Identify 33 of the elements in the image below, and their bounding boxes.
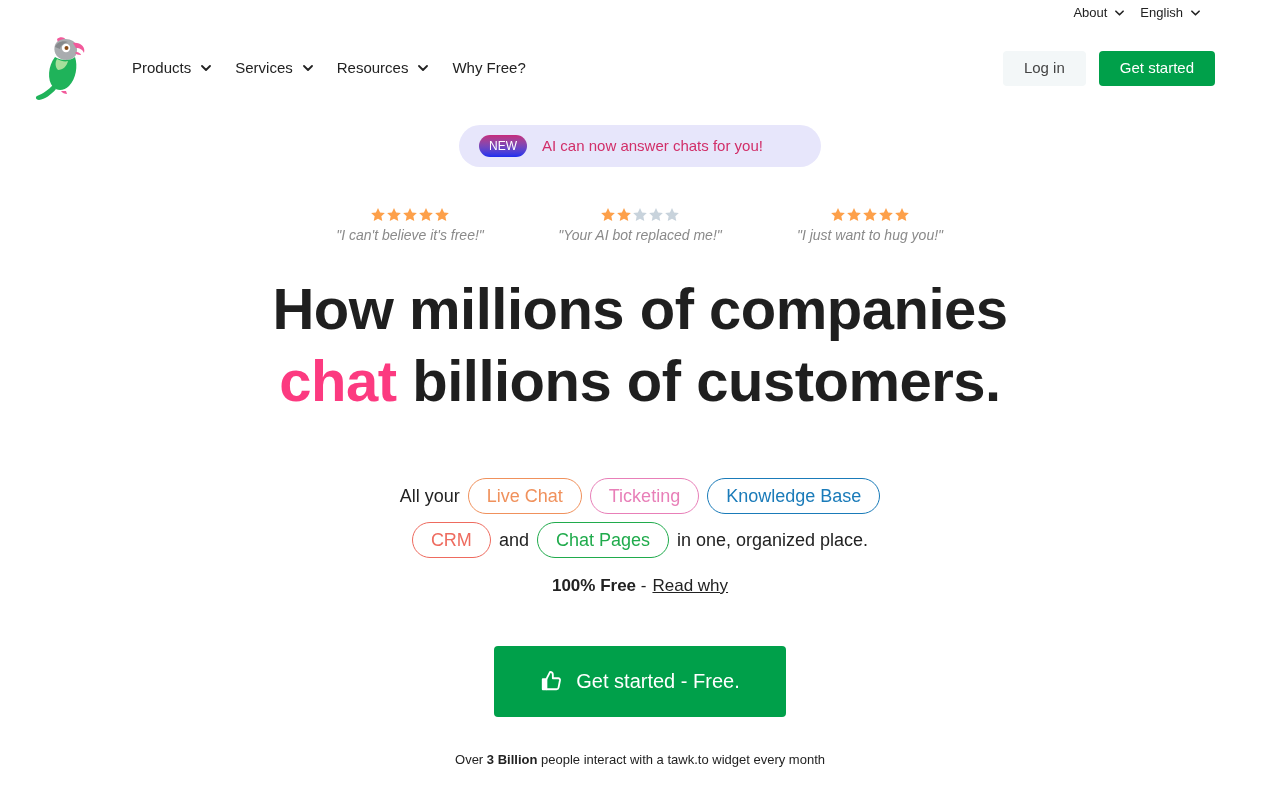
top-nav-link[interactable]: English — [1140, 5, 1200, 20]
filled-star-icon — [894, 207, 910, 223]
read-why-link[interactable]: Read why — [652, 573, 729, 599]
filled-star-icon — [846, 207, 862, 223]
review-quote: "I just want to hug you!" — [796, 226, 944, 245]
nav-menu-item[interactable]: Products — [132, 56, 212, 80]
filled-star-icon — [418, 207, 434, 223]
filled-star-icon — [370, 207, 386, 223]
filled-star-icon — [600, 207, 616, 223]
headline: How millions of companies chat billions of customers. — [271, 275, 1009, 415]
filled-star-icon — [862, 207, 878, 223]
filled-star-icon — [386, 207, 402, 223]
free-note: 100% Free - — [551, 575, 647, 597]
login-button[interactable]: Log in — [1002, 50, 1086, 86]
widget-stat-text: Over 3 Billion people interact with a tawk.to widget every month — [454, 750, 826, 769]
filled-star-icon — [402, 207, 418, 223]
filled-star-icon — [830, 207, 846, 223]
nav-menu-item[interactable]: Resources — [336, 56, 429, 80]
review-quote: "Your AI bot replaced me!" — [558, 226, 722, 245]
filled-star-icon — [434, 207, 450, 223]
nav-menu-item[interactable]: Why Free? — [452, 56, 526, 80]
feature-text: All your — [399, 484, 460, 508]
announcement-text: AI can now answer chats for you! — [542, 135, 763, 156]
announcement-banner[interactable]: NEW AI can now answer chats for you! — [459, 125, 821, 167]
feature-text: in one, organized place. — [677, 528, 869, 552]
new-badge: NEW — [479, 135, 527, 157]
review-quote: "I can't believe it's free!" — [336, 226, 484, 245]
filled-star-icon — [878, 207, 894, 223]
feature-text: and — [498, 528, 529, 552]
nav-menu-item[interactable]: Services — [235, 56, 313, 80]
top-nav-link[interactable]: About — [1073, 5, 1125, 20]
filled-star-icon — [616, 207, 632, 223]
thumbs-up-icon — [540, 670, 563, 692]
